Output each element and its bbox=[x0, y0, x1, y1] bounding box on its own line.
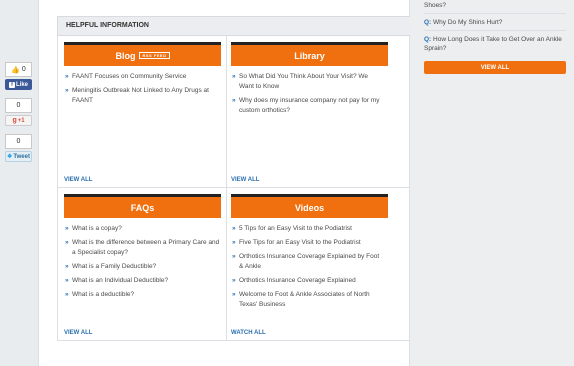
videos-panel: Videos 5 Tips for an Easy Visit to the P… bbox=[227, 188, 432, 340]
video-item[interactable]: Welcome to Foot & Ankle Associates of No… bbox=[231, 290, 381, 310]
question-item[interactable]: Shoes? bbox=[424, 1, 566, 14]
videos-watch-all-link[interactable]: WATCH ALL bbox=[231, 330, 266, 336]
question-text: How Long Does it Take to Get Over an Ank… bbox=[424, 36, 562, 52]
videos-banner[interactable]: Videos bbox=[231, 194, 388, 218]
video-item[interactable]: Orthotics Insurance Coverage Explained bbox=[231, 276, 381, 286]
tweet-button[interactable]: ❖ Tweet bbox=[5, 151, 32, 162]
library-item[interactable]: So What Did You Think About Your Visit? … bbox=[231, 72, 381, 92]
faq-item[interactable]: What is a Family Deductible? bbox=[64, 262, 224, 272]
sidebar-view-all-button[interactable]: VIEW ALL bbox=[424, 61, 566, 74]
social-share-bar: 👍 0 f Like 0 g +1 0 ❖ Tweet bbox=[5, 62, 34, 162]
twitter-bird-icon: ❖ bbox=[7, 154, 13, 160]
library-view-all-link[interactable]: VIEW ALL bbox=[231, 177, 259, 183]
faqs-title: FAQs bbox=[130, 202, 155, 213]
faqs-banner[interactable]: FAQs bbox=[64, 194, 221, 218]
like-count-box: 👍 0 bbox=[5, 62, 32, 77]
question-item[interactable]: Q: Why Do My Shins Hurt? bbox=[424, 18, 566, 31]
rss-feed-badge[interactable]: RSS FEED bbox=[139, 52, 170, 59]
blog-panel: Blog RSS FEED FAANT Focuses on Community… bbox=[58, 36, 227, 188]
library-title: Library bbox=[294, 50, 325, 61]
question-item[interactable]: Q: How Long Does it Take to Get Over an … bbox=[424, 35, 566, 56]
library-banner[interactable]: Library bbox=[231, 42, 388, 66]
helpful-info-grid: Blog RSS FEED FAANT Focuses on Community… bbox=[57, 36, 433, 341]
question-text: Shoes? bbox=[424, 2, 447, 9]
video-item[interactable]: Orthotics Insurance Coverage Explained b… bbox=[231, 252, 381, 272]
thumbs-up-icon: 👍 bbox=[11, 66, 20, 74]
google-plus-button[interactable]: g +1 bbox=[5, 115, 32, 126]
video-item[interactable]: Five Tips for an Easy Visit to the Podia… bbox=[231, 238, 381, 248]
video-item[interactable]: 5 Tips for an Easy Visit to the Podiatri… bbox=[231, 224, 381, 234]
question-prefix: Q: bbox=[424, 19, 432, 26]
like-count: 0 bbox=[21, 66, 26, 73]
blog-view-all-link[interactable]: VIEW ALL bbox=[64, 177, 92, 183]
blog-item[interactable]: Meningitis Outbreak Not Linked to Any Dr… bbox=[64, 86, 224, 106]
gplus-count-box: 0 bbox=[5, 134, 32, 149]
tweet-label: Tweet bbox=[13, 153, 30, 160]
blog-title: Blog bbox=[115, 50, 136, 61]
question-text: Why Do My Shins Hurt? bbox=[433, 19, 503, 26]
google-plus-icon: g bbox=[12, 117, 17, 124]
faqs-panel: FAQs What is a copay? What is the differ… bbox=[58, 188, 227, 340]
question-list: Shoes? Q: Why Do My Shins Hurt? Q: How L… bbox=[424, 0, 566, 60]
question-prefix: Q: bbox=[424, 36, 432, 43]
faq-item[interactable]: What is a deductible? bbox=[64, 290, 224, 300]
facebook-like-button[interactable]: f Like bbox=[5, 79, 32, 90]
blog-banner[interactable]: Blog RSS FEED bbox=[64, 42, 221, 66]
share-count: 0 bbox=[16, 102, 21, 109]
facebook-like-label: Like bbox=[15, 81, 28, 88]
gplus-count: 0 bbox=[16, 138, 21, 145]
faqs-view-all-link[interactable]: VIEW ALL bbox=[64, 330, 92, 336]
blog-item[interactable]: FAANT Focuses on Community Service bbox=[64, 72, 224, 82]
videos-title: Videos bbox=[294, 202, 325, 213]
library-panel: Library So What Did You Think About Your… bbox=[227, 36, 432, 188]
library-item[interactable]: Why does my insurance company not pay fo… bbox=[231, 96, 381, 116]
library-list: So What Did You Think About Your Visit? … bbox=[231, 72, 381, 120]
videos-list: 5 Tips for an Easy Visit to the Podiatri… bbox=[231, 224, 381, 314]
faq-item[interactable]: What is the difference between a Primary… bbox=[64, 238, 224, 258]
facebook-icon: f bbox=[8, 81, 15, 88]
faq-item[interactable]: What is an Individual Deductible? bbox=[64, 276, 224, 286]
faq-item[interactable]: What is a copay? bbox=[64, 224, 224, 234]
google-plus-label: +1 bbox=[17, 117, 25, 124]
share-count-box: 0 bbox=[5, 98, 32, 113]
helpful-info-header: HELPFUL INFORMATION bbox=[57, 16, 433, 36]
helpful-info-title: HELPFUL INFORMATION bbox=[66, 22, 149, 29]
blog-list: FAANT Focuses on Community Service Menin… bbox=[64, 72, 224, 110]
faqs-list: What is a copay? What is the difference … bbox=[64, 224, 224, 304]
right-sidebar: Shoes? Q: Why Do My Shins Hurt? Q: How L… bbox=[410, 0, 574, 366]
main-content: HELPFUL INFORMATION Blog RSS FEED FAANT … bbox=[38, 0, 433, 366]
